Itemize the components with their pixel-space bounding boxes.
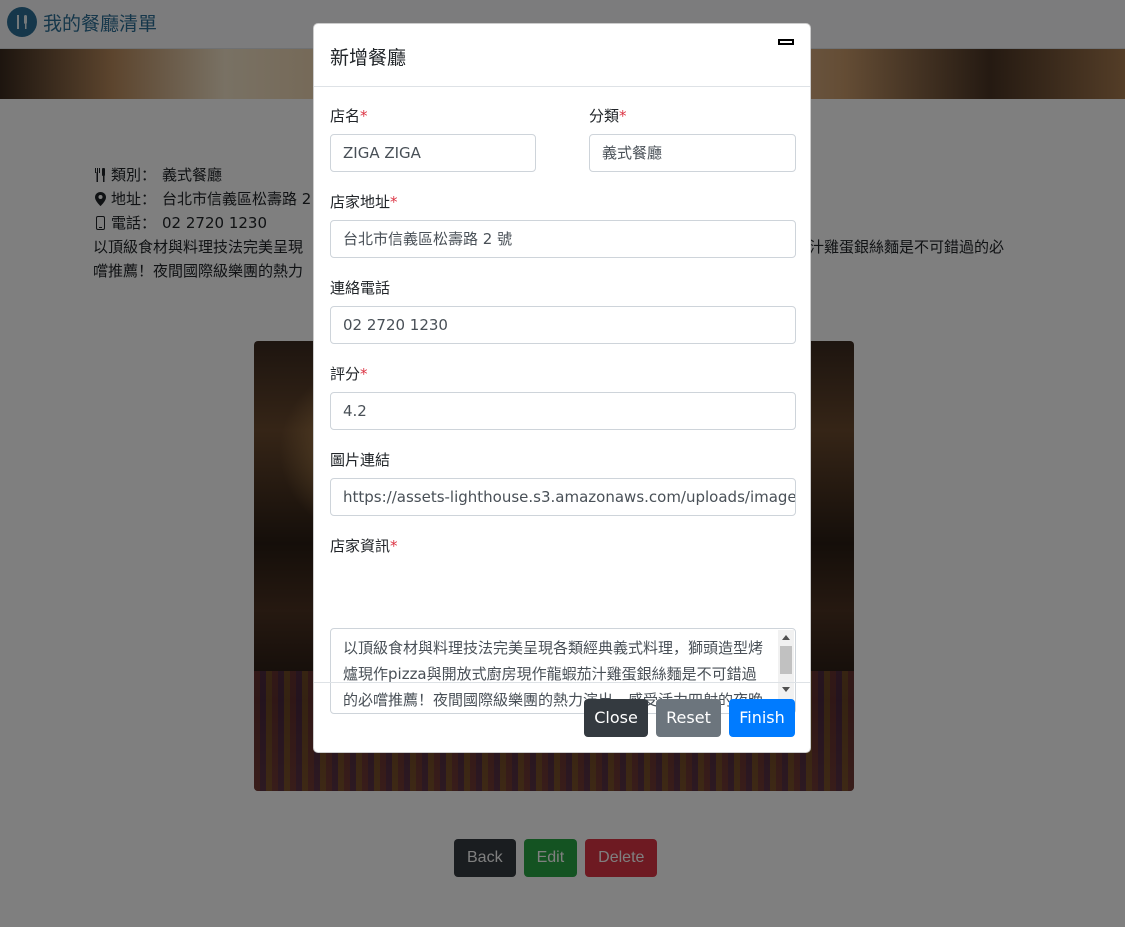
reset-button[interactable]: Reset (656, 699, 721, 737)
add-restaurant-modal: 新增餐廳 店名* ZIGA ZIGA 分類* 義式餐廳 店家地址* 台北市信義區… (313, 23, 811, 753)
finish-button[interactable]: Finish (729, 699, 795, 737)
scroll-thumb[interactable] (780, 646, 792, 674)
phone-input[interactable]: 02 2720 1230 (330, 306, 796, 344)
category-label: 分類* (589, 107, 627, 125)
phone-label: 連絡電話 (330, 279, 391, 297)
scroll-up-icon[interactable] (782, 635, 790, 640)
name-input[interactable]: ZIGA ZIGA (330, 134, 536, 172)
modal-header: 新增餐廳 (314, 24, 810, 87)
minimize-icon[interactable] (778, 39, 794, 45)
image-label: 圖片連結 (330, 451, 391, 469)
address-label: 店家地址* (330, 193, 398, 211)
address-input[interactable]: 台北市信義區松壽路 2 號 (330, 220, 796, 258)
close-button[interactable]: Close (584, 699, 648, 737)
modal-title: 新增餐廳 (330, 47, 407, 69)
description-label: 店家資訊* (330, 537, 398, 555)
modal-footer: Close Reset Finish (314, 682, 810, 752)
name-label: 店名* (330, 107, 368, 125)
category-input[interactable]: 義式餐廳 (589, 134, 796, 172)
rating-input[interactable]: 4.2 (330, 392, 796, 430)
image-url-input[interactable]: https://assets-lighthouse.s3.amazonaws.c… (330, 478, 796, 516)
rating-label: 評分* (330, 365, 368, 383)
